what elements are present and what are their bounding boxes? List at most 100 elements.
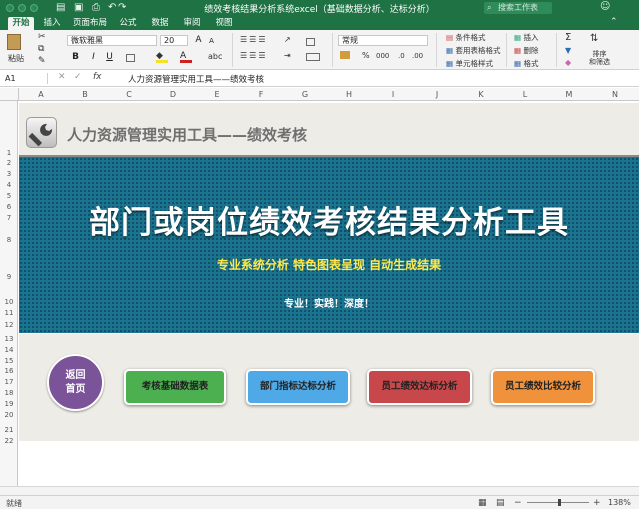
formula-input[interactable]: 人力资源管理实用工具——绩效考核: [128, 73, 264, 85]
column-header-k[interactable]: K: [459, 88, 503, 101]
delete-cells-button[interactable]: ▦ 删除: [514, 45, 538, 56]
tab-insert[interactable]: 插入: [40, 17, 64, 30]
row-header-5[interactable]: 5: [0, 192, 18, 200]
row-header-4[interactable]: 4: [0, 181, 18, 189]
tab-review[interactable]: 审阅: [180, 17, 204, 30]
column-header-a[interactable]: A: [19, 88, 63, 101]
row-header-7[interactable]: 7: [0, 214, 18, 222]
row-header-8[interactable]: 8: [0, 236, 18, 244]
row-header-14[interactable]: 14: [0, 346, 18, 354]
copy-icon[interactable]: ⧉: [38, 44, 44, 54]
autosum-icon[interactable]: Σ: [565, 32, 571, 43]
column-header-f[interactable]: F: [239, 88, 283, 101]
column-header-g[interactable]: G: [283, 88, 327, 101]
format-cells-button[interactable]: ▦ 格式: [514, 58, 538, 69]
row-header-20[interactable]: 20: [0, 411, 18, 419]
row-header-9[interactable]: 9: [0, 273, 18, 281]
tab-page-layout[interactable]: 页面布局: [70, 17, 110, 30]
comma-button[interactable]: 000: [376, 52, 389, 60]
page-layout-view-icon[interactable]: ▤: [496, 498, 505, 508]
employee-achievement-button[interactable]: 员工绩效达标分析: [367, 369, 472, 405]
row-header-15[interactable]: 15: [0, 357, 18, 365]
row-header-16[interactable]: 16: [0, 367, 18, 375]
top-align-icons[interactable]: ☰☰☰: [240, 35, 268, 44]
font-name-select[interactable]: 微软雅黑: [67, 35, 157, 46]
merge-center-icon[interactable]: [306, 53, 320, 61]
clear-icon[interactable]: ◆: [565, 58, 571, 67]
underline-button[interactable]: U: [104, 52, 115, 63]
column-header-c[interactable]: C: [107, 88, 151, 101]
conditional-format-button[interactable]: ▤ 条件格式: [446, 32, 485, 43]
sort-filter-icon[interactable]: ⇅: [590, 33, 598, 44]
row-header-21[interactable]: 21: [0, 426, 18, 434]
row-header-3[interactable]: 3: [0, 170, 18, 178]
cell-style-button[interactable]: ▦ 单元格样式: [446, 58, 493, 69]
indent-icon[interactable]: ⇥: [284, 51, 291, 60]
wrap-text-icon[interactable]: [306, 38, 315, 46]
table-format-button[interactable]: ▦ 套用表格格式: [446, 45, 500, 56]
paste-label[interactable]: 粘贴: [8, 53, 24, 64]
enter-icon[interactable]: ✓: [74, 72, 82, 82]
row-header-13[interactable]: 13: [0, 335, 18, 343]
tab-data[interactable]: 数据: [148, 17, 172, 30]
zoom-out-icon[interactable]: −: [514, 498, 522, 508]
zoom-in-icon[interactable]: +: [593, 498, 601, 508]
accounting-format-icon[interactable]: [340, 51, 350, 59]
row-header-22[interactable]: 22: [0, 437, 18, 445]
insert-cells-button[interactable]: ▦ 插入: [514, 32, 538, 43]
row-header-17[interactable]: 17: [0, 378, 18, 386]
cut-icon[interactable]: ✂: [38, 32, 46, 42]
tab-formulas[interactable]: 公式: [116, 17, 140, 30]
sort-filter-label[interactable]: 排序 和筛选: [589, 50, 610, 66]
column-header-i[interactable]: I: [371, 88, 415, 101]
column-header-e[interactable]: E: [195, 88, 239, 101]
name-box[interactable]: A1: [2, 73, 48, 84]
cancel-icon[interactable]: ✕: [58, 72, 66, 82]
font-size-select[interactable]: 20: [160, 35, 188, 46]
increase-font-icon[interactable]: A: [193, 35, 204, 46]
row-header-12[interactable]: 12: [0, 321, 18, 329]
column-header-l[interactable]: L: [503, 88, 547, 101]
font-color-icon[interactable]: A: [180, 51, 192, 63]
row-header-1[interactable]: 1: [0, 149, 18, 157]
column-header-b[interactable]: B: [63, 88, 107, 101]
row-header-2[interactable]: 2: [0, 159, 18, 167]
column-header-d[interactable]: D: [151, 88, 195, 101]
paste-icon[interactable]: [7, 34, 21, 50]
tab-home[interactable]: 开始: [8, 17, 34, 30]
dept-indicator-button[interactable]: 部门指标达标分析: [246, 369, 350, 405]
fill-icon[interactable]: ▼: [565, 46, 571, 55]
decrease-font-icon[interactable]: A: [206, 36, 217, 47]
normal-view-icon[interactable]: ▦: [478, 498, 487, 508]
horizontal-align-icons[interactable]: ☰☰☰: [240, 51, 268, 60]
column-header-j[interactable]: J: [415, 88, 459, 101]
zoom-slider-thumb[interactable]: [558, 499, 561, 506]
fill-color-icon[interactable]: ◆: [156, 51, 168, 63]
home-button[interactable]: 返回 首页: [47, 354, 104, 411]
italic-button[interactable]: I: [88, 52, 99, 63]
tab-view[interactable]: 视图: [212, 17, 236, 30]
decrease-decimal-icon[interactable]: .00: [412, 52, 423, 60]
smiley-feedback-icon[interactable]: ☺: [600, 1, 610, 12]
worksheet[interactable]: 人力资源管理实用工具——绩效考核 部门或岗位绩效考核结果分析工具 专业系统分析 …: [19, 101, 639, 495]
format-painter-icon[interactable]: ✎: [38, 56, 46, 66]
row-header-11[interactable]: 11: [0, 309, 18, 317]
ribbon-collapse-icon[interactable]: ⌃: [610, 17, 618, 27]
row-header-10[interactable]: 10: [0, 298, 18, 306]
select-all-corner[interactable]: [0, 88, 19, 101]
phonetic-icon[interactable]: abc: [208, 52, 222, 61]
basic-data-button[interactable]: 考核基础数据表: [124, 369, 226, 405]
column-header-h[interactable]: H: [327, 88, 371, 101]
row-header-6[interactable]: 6: [0, 203, 18, 211]
zoom-level[interactable]: 138%: [608, 498, 631, 507]
column-header-m[interactable]: M: [547, 88, 591, 101]
row-header-18[interactable]: 18: [0, 389, 18, 397]
search-sheet-input[interactable]: ⌕ 搜索工作表: [484, 2, 552, 14]
row-header-19[interactable]: 19: [0, 400, 18, 408]
employee-comparison-button[interactable]: 员工绩效比较分析: [491, 369, 595, 405]
bold-button[interactable]: B: [70, 52, 81, 63]
percent-button[interactable]: %: [362, 51, 370, 60]
borders-icon[interactable]: [126, 54, 135, 62]
increase-decimal-icon[interactable]: .0: [398, 52, 405, 60]
orientation-icon[interactable]: ↗: [284, 35, 291, 44]
